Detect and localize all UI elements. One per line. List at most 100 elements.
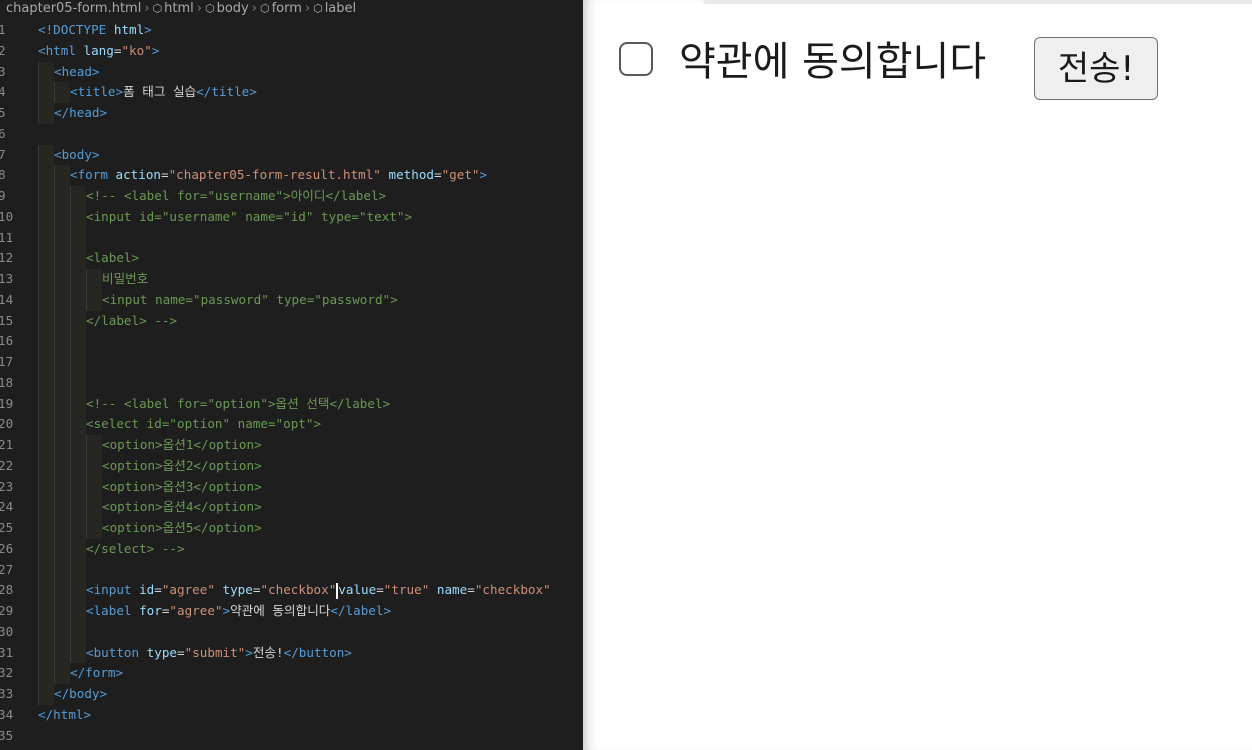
indent-guide (38, 642, 54, 664)
indent-guide (54, 414, 70, 435)
indent-guide (38, 352, 54, 373)
indent-guide (54, 455, 70, 477)
indent-guide (38, 227, 54, 249)
code-text: <html lang="ko"> (38, 42, 160, 58)
indent-guide (38, 497, 54, 518)
indent-guide (70, 186, 86, 207)
breadcrumb-file[interactable]: chapter05-form.html (6, 1, 141, 16)
breadcrumb-item[interactable]: form (272, 1, 302, 16)
indent-guide (70, 642, 86, 664)
code-text: 비밀번호 (102, 271, 149, 286)
indent-guide (54, 269, 70, 290)
indent-guide (38, 289, 54, 311)
indent-guide (38, 538, 54, 560)
indent-guide (70, 352, 86, 373)
code-text: <input name="password" type="password"> (102, 291, 398, 307)
code-text: <input id="agree" type="checkbox" value="… (86, 582, 551, 599)
code-text: <!-- <label for="option">옵션 선택</label> (86, 395, 391, 411)
indent-guide (54, 165, 70, 186)
indent-guide (70, 518, 86, 539)
indent-guide (70, 580, 86, 601)
indent-guide (54, 663, 70, 684)
indent-guide (86, 518, 102, 539)
code-editor[interactable]: chapter05-form.html › ⬡ html › ⬡ body › ⬡ form › ⬡ l… (0, 0, 583, 750)
code-text: <head> (54, 63, 100, 79)
indent-guide (70, 206, 86, 228)
indent-guide (70, 601, 86, 622)
chevron-right-icon: › (196, 1, 202, 16)
breadcrumb-item[interactable]: html (164, 1, 194, 16)
indent-guide (70, 227, 86, 249)
line-number: 8 (0, 167, 6, 183)
indent-guide (54, 186, 70, 207)
indent-guide (38, 61, 54, 83)
line-number: 31 (0, 644, 14, 660)
agree-checkbox[interactable] (619, 42, 653, 76)
line-number: 10 (0, 208, 14, 224)
indent-guide (54, 227, 70, 249)
indent-guide (38, 310, 54, 332)
submit-button[interactable]: 전송! (1034, 37, 1158, 100)
indent-guide (38, 144, 54, 166)
code-text: <option>옵션4</option> (102, 499, 262, 515)
indent-guide (70, 455, 86, 477)
line-number: 27 (0, 561, 14, 577)
line-number: 32 (0, 665, 14, 681)
indent-guide (38, 393, 54, 415)
breadcrumb-item[interactable]: label (325, 1, 356, 16)
code-text: </label> --> (86, 312, 177, 328)
indent-guide (70, 435, 86, 456)
indent-guide (86, 476, 102, 498)
indent-guide (38, 186, 54, 207)
line-number: 1 (0, 22, 6, 37)
indent-guide (38, 601, 54, 622)
indent-guide (54, 393, 70, 415)
indent-guide (54, 82, 70, 103)
line-number: 16 (0, 333, 14, 349)
agree-label[interactable]: 약관에 동의합니다 (679, 36, 986, 88)
indent-guide (54, 206, 70, 228)
line-number: 3 (0, 63, 6, 79)
code-text: <form action="chapter05-form-result.html… (70, 167, 488, 183)
code-text: <option>옵션5</option> (102, 520, 262, 535)
line-number: 6 (0, 125, 6, 141)
line-number: 30 (0, 623, 14, 639)
indent-guide (54, 289, 70, 311)
indent-guide (54, 372, 70, 394)
line-number: 23 (0, 478, 14, 494)
indent-guide (38, 331, 54, 352)
code-text: </head> (54, 105, 108, 120)
breadcrumb-item[interactable]: body (217, 1, 249, 16)
chevron-right-icon: › (144, 1, 150, 16)
indent-guide (70, 414, 86, 435)
line-number: 29 (0, 603, 14, 618)
line-number: 34 (0, 706, 14, 722)
indent-guide (70, 331, 86, 352)
line-number: 28 (0, 582, 14, 598)
indent-guide (54, 497, 70, 518)
code-text: <input id="username" name="id" type="tex… (86, 208, 413, 224)
indent-guide (54, 248, 70, 269)
indent-guide (86, 269, 102, 290)
indent-guide (38, 435, 54, 456)
line-number: 11 (0, 229, 14, 245)
code-text: <label for="agree">약관에 동의합니다</label> (86, 603, 392, 618)
line-number: 35 (0, 727, 14, 743)
indent-guide (54, 621, 70, 643)
preview-top-bar (703, 0, 1252, 4)
cube-icon: ⬡ (152, 2, 163, 15)
code-text: </html> (38, 706, 92, 722)
code-text: </body> (54, 686, 108, 701)
line-number: 2 (0, 42, 6, 58)
line-number: 18 (0, 374, 14, 390)
code-text: <option>옵션2</option> (102, 457, 262, 473)
line-number: 33 (0, 686, 14, 701)
indent-guide (54, 352, 70, 373)
line-number: 14 (0, 291, 14, 307)
indent-guide (70, 538, 86, 560)
indent-guide (54, 642, 70, 664)
indent-guide (86, 435, 102, 456)
indent-guide (54, 601, 70, 622)
indent-guide (38, 82, 54, 103)
indent-guide (38, 559, 54, 581)
